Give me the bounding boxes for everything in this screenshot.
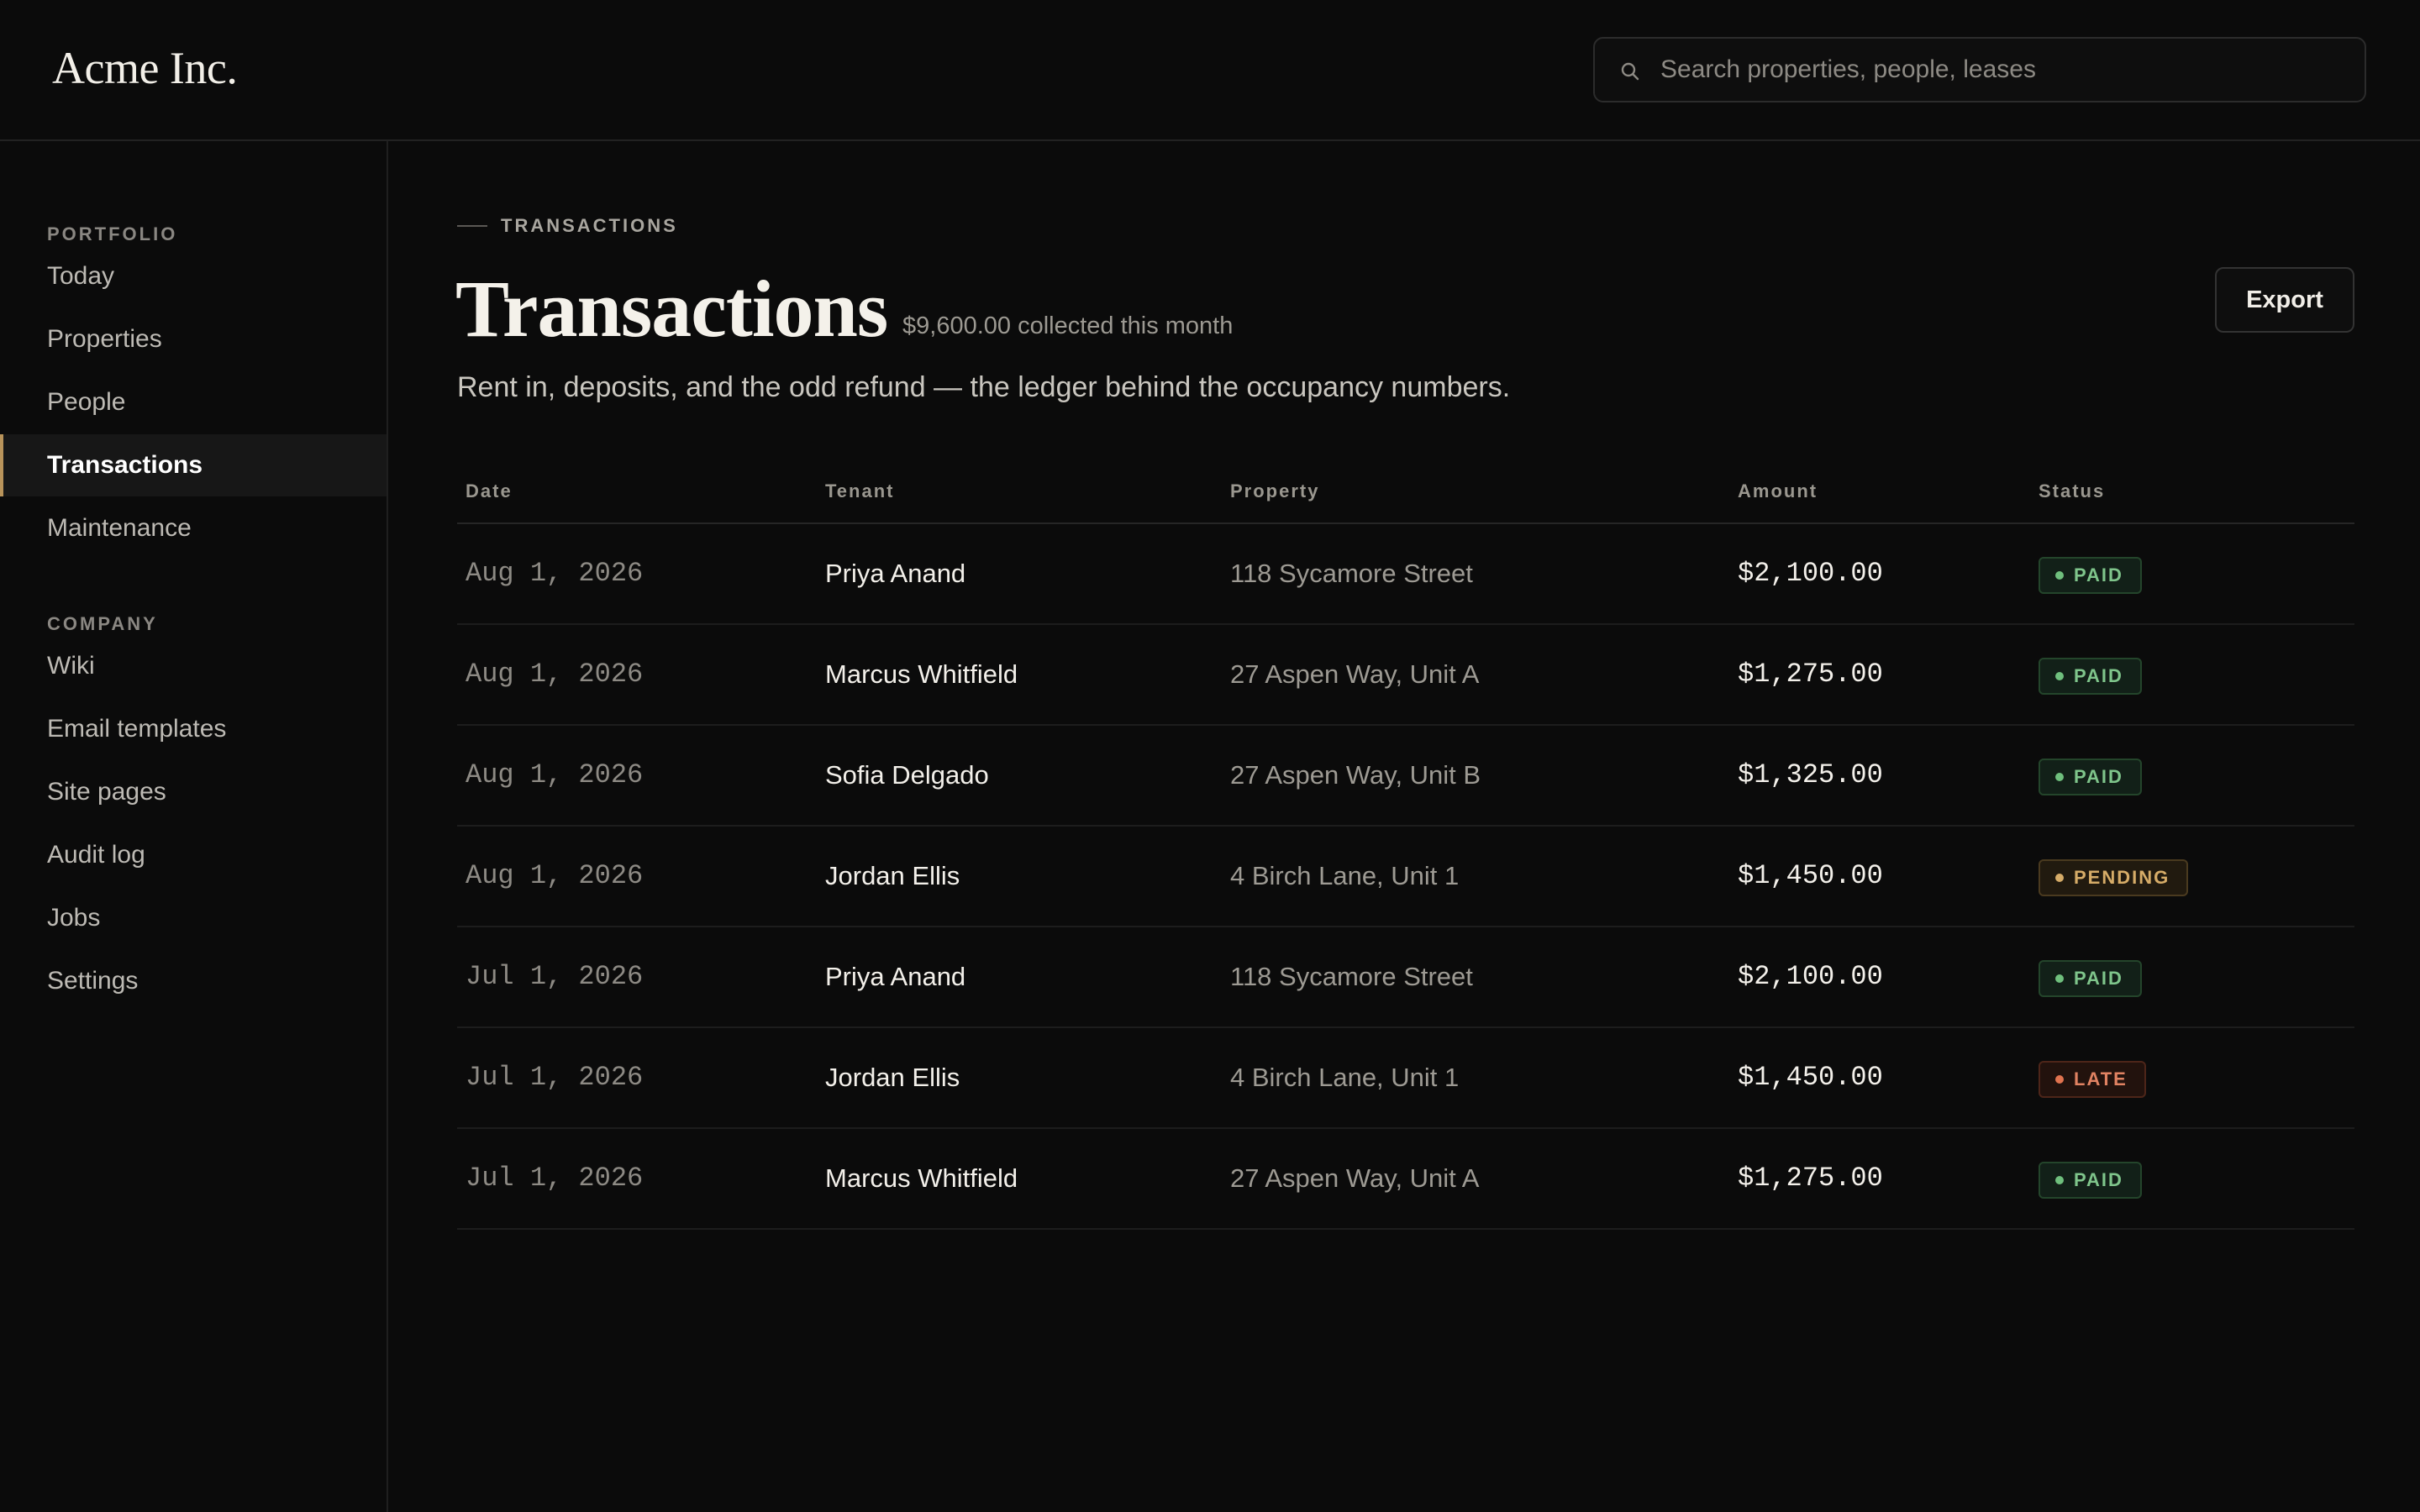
status-cell: PENDING [2039,858,2189,896]
sidebar-section-label: PORTFOLIO [47,223,178,244]
breadcrumb: TRANSACTIONS [501,215,678,236]
transaction-amount: $1,325.00 [1738,759,1883,790]
transaction-amount: $1,275.00 [1738,1163,1883,1194]
status-badge: PAID [2039,658,2142,695]
sidebar-item-maintenance[interactable]: Maintenance [0,497,387,559]
property-address: 4 Birch Lane, Unit 1 [1230,861,1460,890]
sidebar-item-people[interactable]: People [0,371,387,433]
transaction-date: Aug 1, 2026 [466,860,644,891]
column-header-property[interactable]: Property [1230,480,1319,502]
status-badge: PAID [2039,557,2142,594]
transaction-date: Aug 1, 2026 [466,659,644,690]
property-address: 27 Aspen Way, Unit A [1230,1163,1480,1193]
table-header: Date Tenant Property Amount Status [457,477,2354,524]
transaction-amount: $2,100.00 [1738,961,1883,992]
table-row[interactable]: Jul 1, 2026 Marcus Whitfield 27 Aspen Way,… [457,1129,2354,1230]
table-row[interactable]: Aug 1, 2026 Jordan Ellis 4 Birch Lane, Uni… [457,827,2354,927]
status-badge: PAID [2039,759,2142,795]
sidebar: PORTFOLIO Today Properties People Transactio… [0,141,388,1512]
status-label: PAID [2074,1169,2123,1190]
status-cell: PAID [2039,758,2142,795]
top-bar: Acme Inc. [0,0,2420,141]
property-address: 27 Aspen Way, Unit A [1230,659,1480,689]
transaction-amount: $2,100.00 [1738,558,1883,589]
tenant-name: Jordan Ellis [825,1063,960,1092]
search-box[interactable] [1593,37,2366,102]
sidebar-item-transactions[interactable]: Transactions [0,434,387,496]
property-address: 118 Sycamore Street [1230,559,1473,588]
sidebar-item-site-pages[interactable]: Site pages [0,761,387,823]
column-header-amount[interactable]: Amount [1738,480,1818,502]
status-badge: PENDING [2039,859,2189,896]
page-title: Transactions [455,264,888,354]
sidebar-item-today[interactable]: Today [0,245,387,307]
property-address: 27 Aspen Way, Unit B [1230,760,1481,790]
table-body: Aug 1, 2026 Priya Anand 118 Sycamore Stree… [457,524,2354,1230]
app-logo[interactable]: Acme Inc. [52,42,238,94]
tenant-name: Priya Anand [825,559,966,588]
status-cell: PAID [2039,959,2142,997]
status-label: PAID [2074,766,2123,787]
status-dot-icon [2055,571,2064,580]
transaction-date: Jul 1, 2026 [466,961,644,992]
status-dot-icon [2055,974,2064,983]
status-label: PAID [2074,968,2123,989]
search-input[interactable] [1660,39,2349,101]
transaction-amount: $1,275.00 [1738,659,1883,690]
search-icon [1621,62,1639,81]
status-badge: PAID [2039,960,2142,997]
sidebar-item-settings[interactable]: Settings [0,950,387,1012]
table-row[interactable]: Jul 1, 2026 Jordan Ellis 4 Birch Lane, Uni… [457,1028,2354,1129]
column-header-status[interactable]: Status [2039,480,2105,502]
transaction-amount: $1,450.00 [1738,860,1883,891]
status-cell: LATE [2039,1060,2146,1098]
main-content: TRANSACTIONS Transactions $9,600.00 coll… [390,143,2420,1512]
sidebar-item-wiki[interactable]: Wiki [0,635,387,697]
eyebrow-divider [457,225,487,227]
status-badge: LATE [2039,1061,2146,1098]
status-dot-icon [2055,773,2064,781]
sidebar-section-label: COMPANY [47,613,158,634]
column-header-date[interactable]: Date [466,480,513,502]
table-row[interactable]: Aug 1, 2026 Priya Anand 118 Sycamore Stree… [457,524,2354,625]
export-button[interactable]: Export [2215,267,2354,333]
status-dot-icon [2055,874,2064,882]
transaction-date: Jul 1, 2026 [466,1062,644,1093]
status-dot-icon [2055,672,2064,680]
status-cell: PAID [2039,556,2142,594]
tenant-name: Marcus Whitfield [825,1163,1018,1193]
property-address: 118 Sycamore Street [1230,962,1473,991]
tenant-name: Sofia Delgado [825,760,989,790]
tenant-name: Jordan Ellis [825,861,960,890]
transaction-date: Jul 1, 2026 [466,1163,644,1194]
transaction-amount: $1,450.00 [1738,1062,1883,1093]
column-header-tenant[interactable]: Tenant [825,480,894,502]
sidebar-item-audit-log[interactable]: Audit log [0,824,387,886]
transaction-date: Aug 1, 2026 [466,759,644,790]
table-row[interactable]: Aug 1, 2026 Sofia Delgado 27 Aspen Way, Un… [457,726,2354,827]
status-label: LATE [2074,1068,2128,1089]
collected-summary: $9,600.00 collected this month [902,312,1234,339]
status-badge: PAID [2039,1162,2142,1199]
status-label: PENDING [2074,867,2170,888]
transactions-table: Date Tenant Property Amount Status Aug 1… [457,477,2354,1230]
status-cell: PAID [2039,657,2142,695]
status-dot-icon [2055,1075,2064,1084]
table-row[interactable]: Jul 1, 2026 Priya Anand 118 Sycamore Stree… [457,927,2354,1028]
status-label: PAID [2074,564,2123,585]
transaction-date: Aug 1, 2026 [466,558,644,589]
status-dot-icon [2055,1176,2064,1184]
sidebar-item-email-templates[interactable]: Email templates [0,698,387,760]
table-row[interactable]: Aug 1, 2026 Marcus Whitfield 27 Aspen Way,… [457,625,2354,726]
sidebar-item-jobs[interactable]: Jobs [0,887,387,949]
sidebar-item-properties[interactable]: Properties [0,308,387,370]
status-label: PAID [2074,665,2123,686]
status-cell: PAID [2039,1161,2142,1199]
tenant-name: Marcus Whitfield [825,659,1018,689]
tenant-name: Priya Anand [825,962,966,991]
property-address: 4 Birch Lane, Unit 1 [1230,1063,1460,1092]
page-subtitle: Rent in, deposits, and the odd refund — … [457,371,1511,403]
